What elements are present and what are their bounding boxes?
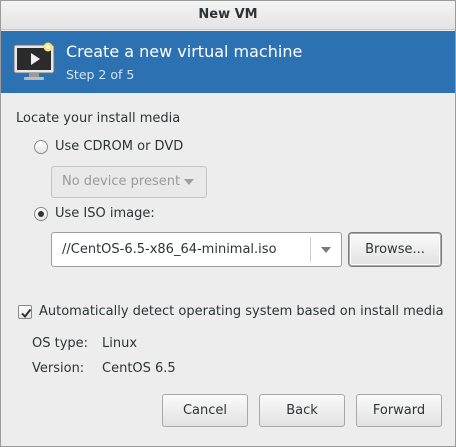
wizard-header: Create a new virtual machine Step 2 of 5	[1, 31, 455, 93]
checkmark-icon	[21, 308, 32, 319]
version-value: CentOS 6.5	[102, 361, 176, 376]
auto-detect-os-checkbox[interactable]	[18, 305, 32, 319]
iso-radio[interactable]	[34, 207, 48, 221]
cdrom-device-value: No device present	[62, 174, 181, 189]
back-button[interactable]: Back	[259, 394, 345, 427]
cancel-button[interactable]: Cancel	[162, 394, 248, 427]
wizard-title: Create a new virtual machine	[66, 42, 303, 61]
cdrom-radio-label[interactable]: Use CDROM or DVD	[55, 139, 183, 154]
iso-radio-label[interactable]: Use ISO image:	[55, 206, 155, 221]
window-title: New VM	[1, 1, 455, 30]
os-type-label: OS type:	[32, 336, 89, 351]
cdrom-device-dropdown: No device present	[51, 166, 207, 198]
new-vm-monitor-icon	[13, 42, 55, 80]
new-vm-dialog: New VM Create a new virtual machine Step…	[0, 0, 456, 447]
cdrom-radio[interactable]	[34, 140, 48, 154]
browse-button[interactable]: Browse...	[349, 233, 441, 266]
iso-path-input[interactable]: //CentOS-6.5-x86_64-minimal.iso	[62, 233, 277, 266]
version-label: Version:	[32, 361, 85, 376]
install-media-section-label: Locate your install media	[16, 111, 181, 126]
chevron-down-icon	[321, 247, 331, 253]
os-type-value: Linux	[102, 336, 138, 351]
iso-history-dropdown-button[interactable]	[311, 233, 341, 266]
chevron-down-icon	[184, 179, 194, 185]
wizard-step-indicator: Step 2 of 5	[66, 67, 135, 82]
forward-button[interactable]: Forward	[356, 394, 442, 427]
iso-path-combo[interactable]: //CentOS-6.5-x86_64-minimal.iso	[51, 232, 342, 267]
auto-detect-os-label[interactable]: Automatically detect operating system ba…	[39, 304, 444, 319]
